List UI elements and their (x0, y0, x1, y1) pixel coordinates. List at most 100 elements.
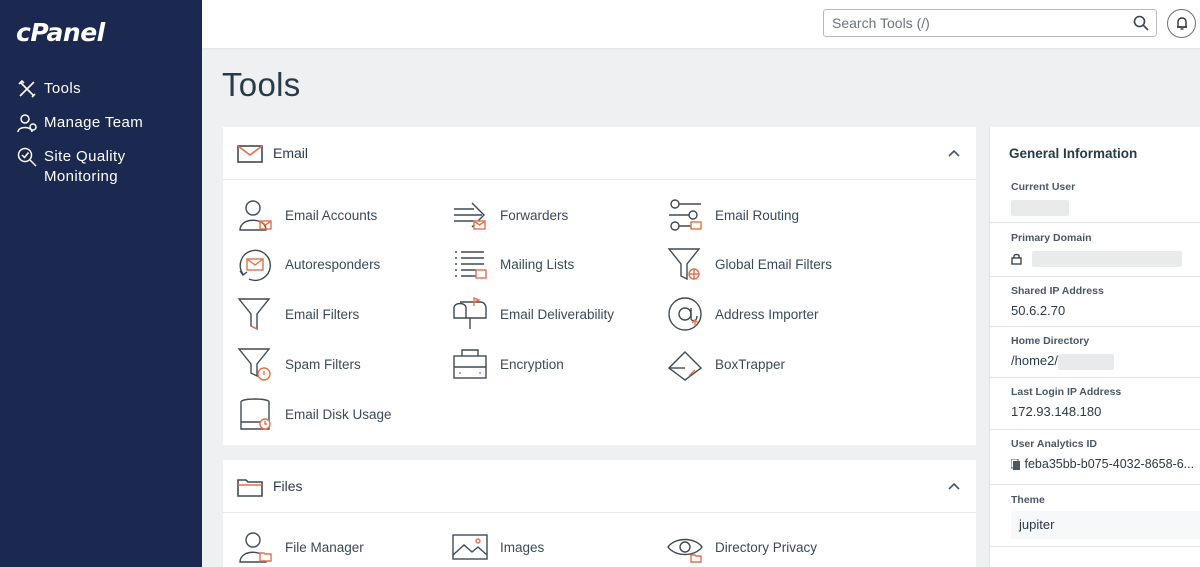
directory-privacy-icon (667, 538, 703, 563)
shared-ip-section: Shared IP Address 50.6.2.70 (990, 277, 1200, 327)
manage-team-icon (17, 114, 37, 133)
folder-icon (237, 479, 263, 497)
autoresponders-icon (239, 249, 271, 282)
shared-ip-value: 50.6.2.70 (1011, 303, 1066, 318)
sidebar-item-manage-team[interactable]: Manage Team (16, 113, 154, 134)
files-panel: Files File Manager Images Directory Priv… (223, 460, 976, 567)
tool-directory-privacy[interactable]: Directory Privacy (667, 528, 817, 566)
mailing-lists-icon (455, 251, 487, 279)
tool-label: Directory Privacy (715, 539, 818, 555)
tool-label: Email Routing (715, 207, 800, 223)
tool-label: Encryption (500, 356, 564, 372)
tool-address-importer[interactable]: Address Importer (667, 295, 819, 333)
cpanel-logo[interactable]: cPanel (16, 18, 105, 47)
files-panel-header[interactable]: Files (223, 460, 976, 513)
theme-label: Theme (1011, 494, 1045, 506)
tool-label: Email Filters (285, 306, 360, 322)
forwarders-icon (454, 202, 486, 230)
tool-label: Email Deliverability (500, 306, 615, 322)
analytics-id-section: User Analytics ID feba35bb-b075-4032-865… (990, 430, 1200, 485)
lock-icon (1011, 253, 1022, 265)
tool-spam-filters[interactable]: Spam Filters (237, 345, 361, 383)
sidebar-item-site-quality[interactable]: Site Quality Monitoring (16, 147, 154, 187)
tool-images[interactable]: Images (452, 528, 544, 566)
encryption-icon (453, 349, 487, 379)
tool-encryption[interactable]: Encryption (452, 345, 564, 383)
current-user-section: Current User (990, 175, 1200, 223)
tool-label: Mailing Lists (500, 256, 575, 272)
tools-icon (18, 79, 36, 98)
home-directory-label: Home Directory (1011, 335, 1090, 347)
primary-domain-section: Primary Domain (990, 223, 1200, 277)
envelope-icon (237, 145, 263, 163)
sidebar: cPanel Tools Manage Team Site Quality Mo… (0, 0, 202, 567)
email-filters-icon (237, 298, 271, 331)
tool-email-deliverability[interactable]: Email Deliverability (452, 295, 614, 333)
theme-section: Theme jupiter (990, 485, 1200, 547)
search-input[interactable] (824, 10, 1114, 36)
shared-ip-label: Shared IP Address (1011, 285, 1104, 297)
email-panel: Email Email Accounts Forwarders Email Ro… (223, 127, 976, 445)
email-disk-usage-icon (240, 398, 271, 430)
tool-label: Images (500, 539, 545, 555)
primary-domain-value (1011, 250, 1182, 267)
file-manager-icon (239, 532, 272, 563)
tool-file-manager[interactable]: File Manager (237, 528, 364, 566)
last-login-value: 172.93.148.180 (1011, 404, 1102, 419)
tool-email-disk-usage[interactable]: Email Disk Usage (237, 395, 392, 433)
email-panel-header[interactable]: Email (223, 127, 976, 180)
spam-filters-icon (237, 348, 271, 381)
home-directory-section: Home Directory /home2/ (990, 327, 1200, 378)
address-importer-icon (668, 297, 702, 331)
current-user-value (1011, 199, 1069, 216)
page-title: Tools (222, 66, 301, 103)
primary-domain-label: Primary Domain (1011, 232, 1092, 244)
tool-global-email-filters[interactable]: Global Email Filters (667, 245, 832, 283)
email-deliverability-icon (453, 296, 487, 329)
tool-label: Email Disk Usage (285, 406, 392, 422)
global-email-filters-icon (667, 248, 701, 281)
tool-label: BoxTrapper (715, 356, 786, 372)
email-accounts-icon (239, 200, 272, 231)
tool-label: Spam Filters (285, 356, 361, 372)
home-directory-text: /home2/ (1011, 353, 1058, 368)
sidebar-item-label: Tools (44, 80, 82, 97)
sidebar-item-label: Manage Team (44, 114, 144, 131)
analytics-id-label: User Analytics ID (1011, 438, 1097, 450)
email-routing-icon (669, 199, 702, 231)
chevron-up-icon[interactable] (948, 149, 960, 157)
home-directory-value: /home2/ (1011, 353, 1114, 370)
tool-email-accounts[interactable]: Email Accounts (237, 196, 377, 234)
analytics-id-text: feba35bb-b075-4032-8658-6... (1024, 457, 1195, 471)
theme-select[interactable]: jupiter (1011, 511, 1200, 539)
copy-icon[interactable] (1010, 458, 1021, 471)
analytics-id-value: feba35bb-b075-4032-8658-6... (1010, 457, 1195, 471)
search-icon[interactable] (1133, 15, 1149, 31)
images-icon (452, 534, 488, 560)
tool-autoresponders[interactable]: Autoresponders (237, 245, 380, 283)
tool-label: Email Accounts (285, 207, 378, 223)
email-panel-title: Email (273, 145, 309, 161)
sidebar-item-label: Site Quality Monitoring (44, 148, 126, 185)
last-login-section: Last Login IP Address 172.93.148.180 (990, 378, 1200, 430)
sidebar-item-tools[interactable]: Tools (16, 79, 154, 100)
general-information-panel: General Information Current User Primary… (989, 127, 1200, 567)
search-box (823, 9, 1157, 37)
bell-icon (1177, 17, 1187, 30)
tool-forwarders[interactable]: Forwarders (452, 196, 568, 234)
top-bar (202, 0, 1200, 48)
chevron-up-icon[interactable] (948, 482, 960, 490)
last-login-label: Last Login IP Address (1011, 386, 1122, 398)
tool-label: Global Email Filters (715, 256, 833, 272)
tool-label: Address Importer (715, 306, 819, 322)
tool-email-routing[interactable]: Email Routing (667, 196, 799, 234)
tool-mailing-lists[interactable]: Mailing Lists (452, 245, 574, 283)
tool-label: File Manager (285, 539, 364, 555)
general-information-title: General Information (1009, 146, 1138, 161)
files-panel-title: Files (273, 478, 303, 494)
current-user-label: Current User (1011, 181, 1076, 193)
tool-label: Forwarders (500, 207, 569, 223)
tool-boxtrapper[interactable]: BoxTrapper (667, 345, 785, 383)
notifications-button[interactable] (1167, 9, 1196, 38)
tool-email-filters[interactable]: Email Filters (237, 295, 359, 333)
